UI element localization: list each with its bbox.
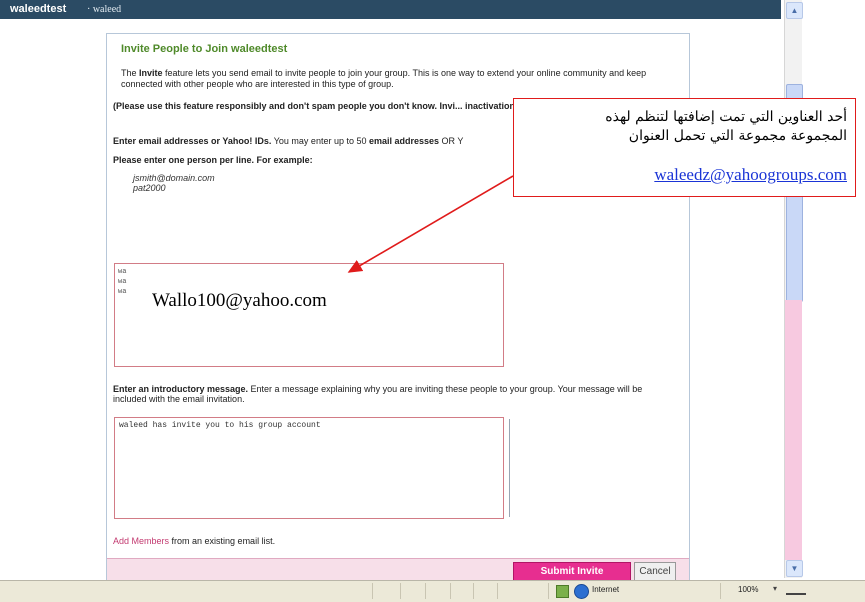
intro-message-textarea[interactable]: waleed has invite you to his group accou… [114,417,504,519]
group-owner: · waleed [87,4,122,15]
status-divider [497,583,498,599]
email-instructions-strong2: email addresses [368,136,440,146]
scroll-up-icon[interactable]: ▲ [786,2,803,19]
scroll-track [785,300,802,560]
status-bar: Internet 100% ▾ [0,580,865,602]
email-instructions-strong: Enter email addresses or Yahoo! IDs. [113,136,272,146]
per-line-instruction: Please enter one person per line. For ex… [113,155,313,165]
intro-strong: Invite [139,68,163,78]
status-divider [425,583,426,599]
zoom-level[interactable]: 100% [738,585,758,594]
callout-text: أحد العناوين التي تمت إضافتها لتنظم لهذه… [605,108,847,146]
protected-mode-icon [556,585,569,598]
intro-text: The Invite feature lets you send email t… [121,68,681,90]
entered-email: Wallo100@yahoo.com [152,290,327,311]
intro-prefix: The [121,68,140,78]
divider [509,419,510,517]
intro-message-text: waleed has invite you to his group accou… [119,421,321,430]
intro-message-label: Enter an introductory message. Enter a m… [113,384,653,404]
intro-message-strong: Enter an introductory message. [113,384,249,394]
email-instructions-tail: OR Y [439,136,464,146]
status-divider [548,583,549,599]
callout-line-2: المجموعة مجموعة التي تحمل العنوان [628,128,847,144]
email-instructions-rest: You may enter up to 50 [271,136,369,146]
vertical-scrollbar[interactable]: ▲ ▼ [784,0,803,578]
status-divider [720,583,721,599]
security-zone-label: Internet [592,585,620,594]
email-lines: wa wa wa [118,267,126,297]
email-line: wa [118,278,127,286]
cancel-button[interactable]: Cancel [634,562,676,582]
status-divider [450,583,451,599]
resize-grip[interactable] [786,593,806,595]
chevron-down-icon[interactable]: ▾ [773,584,777,593]
example-id: pat2000 [133,183,166,193]
group-name[interactable]: waleedtest [10,3,66,15]
scroll-down-icon[interactable]: ▼ [786,560,803,577]
add-members-row: Add Members from an existing email list. [113,536,275,546]
submit-invite-button[interactable]: Submit Invite [513,562,631,582]
email-line: wa [118,288,127,296]
status-divider [473,583,474,599]
add-members-rest: from an existing email list. [169,536,276,546]
status-divider [400,583,401,599]
page-title: Invite People to Join waleedtest [121,43,288,55]
callout-email-link[interactable]: waleedz@yahoogroups.com [654,165,847,185]
globe-icon [574,584,589,599]
group-header-bar: waleedtest · waleed [0,0,781,19]
status-divider [372,583,373,599]
email-line: wa [118,268,127,276]
add-members-link[interactable]: Add Members [113,536,169,546]
example-email: jsmith@domain.com [133,173,215,183]
annotation-callout: أحد العناوين التي تمت إضافتها لتنظم لهذه… [513,98,856,197]
email-addresses-textarea[interactable]: wa wa wa Wallo100@yahoo.com [114,263,504,367]
example-list: jsmith@domain.com pat2000 [133,173,215,193]
intro-rest: feature lets you send email to invite pe… [121,68,647,89]
callout-line-1: أحد العناوين التي تمت إضافتها لتنظم لهذه [605,109,847,125]
